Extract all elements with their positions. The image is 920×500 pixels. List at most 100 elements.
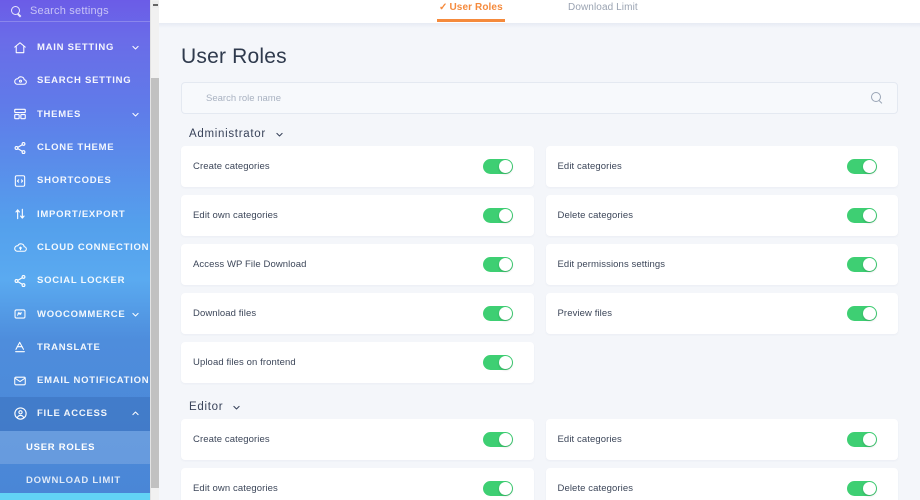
sidebar-item-search-setting[interactable]: SEARCH SETTING	[0, 64, 150, 97]
toggle-knob	[863, 307, 876, 320]
permission-row[interactable]: Edit categories	[546, 419, 899, 460]
sidebar-menu: MAIN SETTING SEARCH SETTING THEMES CLONE…	[0, 22, 150, 497]
sidebar-bottom-accent-strip	[0, 493, 150, 500]
translate-icon	[12, 339, 28, 355]
permission-label: Edit categories	[558, 161, 622, 172]
sidebar-subitem-label: DOWNLOAD LIMIT	[26, 475, 121, 486]
permission-label: Delete categories	[558, 210, 634, 221]
sidebar-item-label: TRANSLATE	[37, 342, 130, 353]
chevron-down-icon	[130, 43, 140, 53]
sidebar-search[interactable]: Search settings	[0, 0, 150, 22]
permission-toggle[interactable]	[847, 432, 877, 447]
permission-grid-editor: Create categories Edit categories Edit o…	[181, 419, 898, 500]
sidebar: Search settings MAIN SETTING SEARCH SETT…	[0, 0, 150, 500]
sidebar-item-main-setting[interactable]: MAIN SETTING	[0, 31, 150, 64]
permission-label: Preview files	[558, 308, 613, 319]
sidebar-item-label: CLOUD CONNECTION	[37, 242, 149, 253]
permission-toggle[interactable]	[483, 306, 513, 321]
permission-label: Upload files on frontend	[193, 357, 296, 368]
sidebar-item-shortcodes[interactable]: SHORTCODES	[0, 164, 150, 197]
permission-toggle[interactable]	[483, 481, 513, 496]
permission-row[interactable]: Edit permissions settings	[546, 244, 899, 285]
app-window: Search settings MAIN SETTING SEARCH SETT…	[0, 0, 920, 500]
toggle-knob	[499, 160, 512, 173]
permission-toggle[interactable]	[483, 257, 513, 272]
sidebar-subitem-label: USER ROLES	[26, 442, 95, 453]
permission-row[interactable]: Create categories	[181, 419, 534, 460]
page-title: User Roles	[181, 28, 898, 82]
permission-row[interactable]: Create categories	[181, 146, 534, 187]
sidebar-item-import-export[interactable]: IMPORT/EXPORT	[0, 197, 150, 230]
sidebar-item-translate[interactable]: TRANSLATE	[0, 331, 150, 364]
search-role-field[interactable]: Search role name	[181, 82, 898, 114]
permission-row[interactable]: Upload files on frontend	[181, 342, 534, 383]
permission-row[interactable]: Delete categories	[546, 468, 899, 500]
scrollbar-up-arrow-icon[interactable]	[152, 1, 159, 8]
toggle-knob	[863, 482, 876, 495]
sidebar-item-themes[interactable]: THEMES	[0, 98, 150, 131]
sidebar-item-label: SOCIAL LOCKER	[37, 275, 130, 286]
toggle-knob	[863, 433, 876, 446]
sidebar-item-label: SHORTCODES	[37, 175, 130, 186]
user-circle-icon	[12, 406, 28, 422]
sidebar-item-woocommerce[interactable]: WOOCOMMERCE	[0, 297, 150, 330]
search-icon[interactable]	[871, 92, 883, 104]
sidebar-item-label: IMPORT/EXPORT	[37, 209, 130, 220]
permission-label: Edit permissions settings	[558, 259, 666, 270]
permission-label: Edit own categories	[193, 483, 278, 494]
permission-toggle[interactable]	[483, 355, 513, 370]
permission-row[interactable]: Edit own categories	[181, 195, 534, 236]
group-header-editor[interactable]: Editor	[181, 397, 898, 419]
scrollbar-thumb[interactable]	[151, 78, 159, 488]
sidebar-item-cloud-connection[interactable]: CLOUD CONNECTION	[0, 231, 150, 264]
permission-grid-administrator: Create categories Edit categories Edit o…	[181, 146, 898, 383]
sidebar-item-label: THEMES	[37, 109, 130, 120]
toggle-knob	[499, 482, 512, 495]
sidebar-item-label: FILE ACCESS	[37, 408, 130, 419]
permission-toggle[interactable]	[483, 159, 513, 174]
home-icon	[12, 40, 28, 56]
permission-label: Create categories	[193, 434, 270, 445]
permission-toggle[interactable]	[847, 257, 877, 272]
sidebar-item-file-access[interactable]: FILE ACCESS	[0, 397, 150, 430]
tab-bar: ✓User Roles Download Limit	[159, 0, 920, 23]
sidebar-item-label: CLONE THEME	[37, 142, 130, 153]
sidebar-item-social-locker[interactable]: SOCIAL LOCKER	[0, 264, 150, 297]
tab-download-limit[interactable]: Download Limit	[568, 2, 638, 17]
sidebar-item-label: WOOCOMMERCE	[37, 309, 130, 320]
share-icon	[12, 140, 28, 156]
permission-row[interactable]: Edit categories	[546, 146, 899, 187]
tab-label: User Roles	[449, 2, 502, 13]
sidebar-item-clone-theme[interactable]: CLONE THEME	[0, 131, 150, 164]
permission-row[interactable]: Delete categories	[546, 195, 899, 236]
permission-label: Edit categories	[558, 434, 622, 445]
permission-row[interactable]: Download files	[181, 293, 534, 334]
toggle-knob	[499, 433, 512, 446]
chevron-down-icon[interactable]	[232, 403, 241, 412]
sidebar-item-email-notification[interactable]: EMAIL NOTIFICATION	[0, 364, 150, 397]
permission-toggle[interactable]	[847, 159, 877, 174]
permission-row[interactable]: Edit own categories	[181, 468, 534, 500]
group-header-administrator[interactable]: Administrator	[181, 124, 898, 146]
permission-toggle[interactable]	[847, 306, 877, 321]
no-chevron	[130, 276, 140, 286]
permission-row[interactable]: Preview files	[546, 293, 899, 334]
page-content: User Roles Search role name Administrato…	[159, 28, 920, 500]
permission-toggle[interactable]	[847, 481, 877, 496]
page-scrollbar[interactable]	[150, 0, 159, 500]
chevron-down-icon[interactable]	[275, 130, 284, 139]
permission-toggle[interactable]	[483, 208, 513, 223]
permission-row[interactable]: Access WP File Download	[181, 244, 534, 285]
permission-toggle[interactable]	[847, 208, 877, 223]
layout-icon	[12, 106, 28, 122]
no-chevron	[130, 209, 140, 219]
mail-icon	[12, 373, 28, 389]
permission-toggle[interactable]	[483, 432, 513, 447]
sidebar-subitem-user-roles[interactable]: USER ROLES	[0, 431, 150, 464]
no-chevron	[130, 143, 140, 153]
permission-label: Edit own categories	[193, 210, 278, 221]
group-name: Editor	[189, 401, 223, 413]
chevron-up-icon	[130, 409, 140, 419]
tab-label: Download Limit	[568, 2, 638, 13]
tab-user-roles[interactable]: ✓User Roles	[439, 2, 503, 17]
